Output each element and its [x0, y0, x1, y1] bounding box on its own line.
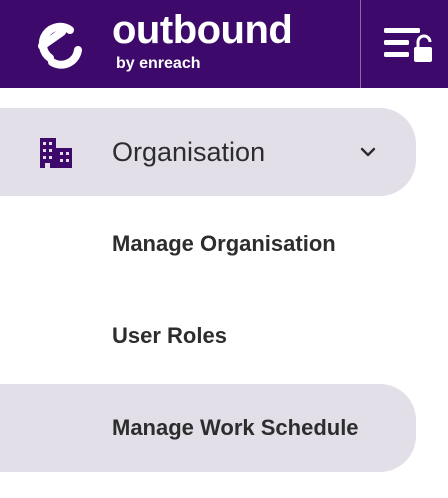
nav-section-organisation[interactable]: Organisation: [0, 108, 416, 196]
nav-item-manage-organisation[interactable]: Manage Organisation: [0, 200, 416, 288]
nav-item-label: Manage Organisation: [112, 231, 336, 256]
outbound-logo-icon[interactable]: [28, 14, 88, 74]
buildings-icon: [40, 138, 72, 168]
menu-unlock-icon[interactable]: [378, 20, 436, 66]
nav-item-label: User Roles: [112, 323, 227, 348]
nav-item-user-roles[interactable]: User Roles: [0, 292, 416, 380]
app-header: outbound by enreach: [0, 0, 448, 88]
chevron-down-icon[interactable]: [356, 140, 380, 164]
brand-name: outbound: [112, 8, 293, 52]
nav-item-label: Manage Work Schedule: [112, 415, 359, 440]
nav-item-manage-work-schedule[interactable]: Manage Work Schedule: [0, 384, 416, 472]
header-divider: [360, 0, 361, 88]
brand-subtitle: by enreach: [116, 55, 201, 72]
nav-section-label: Organisation: [112, 137, 266, 167]
